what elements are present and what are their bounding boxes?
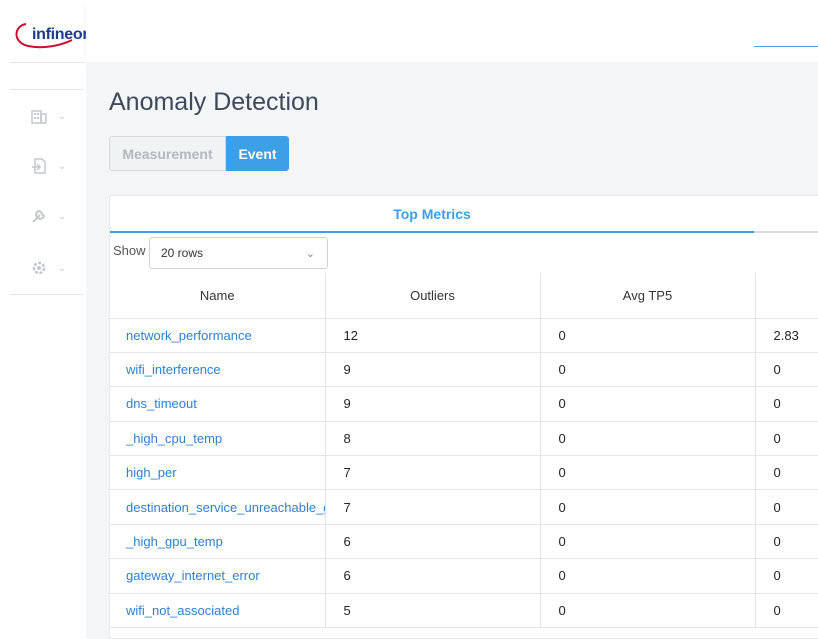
value-cell: 2.83 [755,318,818,353]
avg-tp5-cell: 0 [540,593,756,629]
column-header-4[interactable] [755,273,818,319]
outliers-cell: 9 [325,352,541,388]
gear-icon [32,261,46,275]
tab-top-metrics[interactable]: Top Metrics [110,196,754,233]
outliers-cell: 7 [325,455,541,491]
table-row: dns_timeout 9 0 0 [110,386,818,422]
table-row: wifi_not_associated 5 0 0 [110,593,818,629]
table-row: high_per 7 0 0 [110,455,818,491]
avg-tp5-cell: 0 [540,352,756,388]
avg-tp5-cell: 0 [540,558,756,594]
column-header-avg-tp5[interactable]: Avg TP5 [540,273,756,319]
column-header-outliers[interactable]: Outliers [325,273,541,319]
tab-label: Top Metrics [393,206,471,222]
event-button[interactable]: Event [226,136,289,171]
value-cell: 0 [755,352,818,388]
sidebar-item-tools[interactable]: ⌄ [30,205,76,227]
wrench-icon [32,209,46,223]
metric-name-link[interactable]: destination_service_unreachable_g [110,489,326,525]
metric-name-link[interactable]: high_per [110,455,326,491]
tab-divider [754,231,818,233]
logo-text: infineon [32,26,92,43]
header-underline [754,46,818,47]
document-export-icon [32,158,46,174]
table-row: gateway_internet_error 6 0 0 [110,558,818,594]
sidebar-item-export[interactable]: ⌄ [30,155,76,177]
table-row: wifi_interference 9 0 0 [110,352,818,388]
page-title: Anomaly Detection [109,88,319,116]
building-icon [31,110,47,124]
chevron-down-icon: ⌄ [58,160,67,172]
avg-tp5-cell: 0 [540,386,756,422]
value-cell: 0 [755,593,818,629]
metric-name-link[interactable]: wifi_not_associated [110,593,326,629]
sidebar-item-settings[interactable]: ⌄ [30,257,76,279]
metric-name-link[interactable]: _high_gpu_temp [110,524,326,560]
outliers-cell: 9 [325,386,541,422]
chevron-down-icon: ⌄ [58,110,67,122]
sidebar-divider [10,62,84,63]
avg-tp5-cell: 0 [540,318,756,353]
value-cell: 0 [755,524,818,560]
avg-tp5-cell: 0 [540,421,756,457]
chevron-down-icon: ⌄ [305,247,315,260]
table-row: network_performance 12 0 2.83 [110,318,818,353]
value-cell: 0 [755,455,818,491]
metric-name-link[interactable]: network_performance [110,318,326,353]
column-header-name[interactable]: Name [110,273,326,319]
outliers-cell: 8 [325,421,541,457]
view-toggle: Measurement Event [109,136,289,171]
value-cell: 0 [755,489,818,525]
measurement-button[interactable]: Measurement [109,136,226,171]
avg-tp5-cell: 0 [540,524,756,560]
metric-name-link[interactable]: _high_cpu_temp [110,421,326,457]
sidebar: infineon ⌄ ⌄ ⌄ ⌄ [0,0,92,639]
metrics-card: Top Metrics Show 20 rows ⌄ Name Outliers… [109,195,818,639]
value-cell: 0 [755,386,818,422]
outliers-cell: 12 [325,318,541,353]
chevron-down-icon: ⌄ [58,210,67,222]
metric-name-link[interactable]: gateway_internet_error [110,558,326,594]
value-cell: 0 [755,421,818,457]
rows-select-value: 20 rows [161,246,204,260]
table-row: destination_service_unreachable_g 7 0 0 [110,489,818,525]
table-header-row: Name Outliers Avg TP5 [110,273,818,319]
chevron-down-icon: ⌄ [58,262,67,274]
table-row: _high_cpu_temp 8 0 0 [110,421,818,457]
outliers-cell: 6 [325,524,541,560]
metrics-table: Name Outliers Avg TP5 network_performanc… [110,273,818,629]
outliers-cell: 7 [325,489,541,525]
metric-name-link[interactable]: wifi_interference [110,352,326,388]
rows-per-page-select[interactable]: 20 rows ⌄ [149,237,328,269]
outliers-cell: 5 [325,593,541,629]
outliers-cell: 6 [325,558,541,594]
sidebar-divider [10,89,84,90]
infineon-logo[interactable]: infineon [12,20,92,50]
metric-name-link[interactable]: dns_timeout [110,386,326,422]
show-label: Show [113,243,146,258]
avg-tp5-cell: 0 [540,455,756,491]
sidebar-divider [10,294,84,295]
avg-tp5-cell: 0 [540,489,756,525]
sidebar-item-building[interactable]: ⌄ [30,105,76,127]
top-header [86,0,818,62]
value-cell: 0 [755,558,818,594]
main-content: Anomaly Detection Measurement Event Top … [86,62,818,639]
table-row: _high_gpu_temp 6 0 0 [110,524,818,560]
